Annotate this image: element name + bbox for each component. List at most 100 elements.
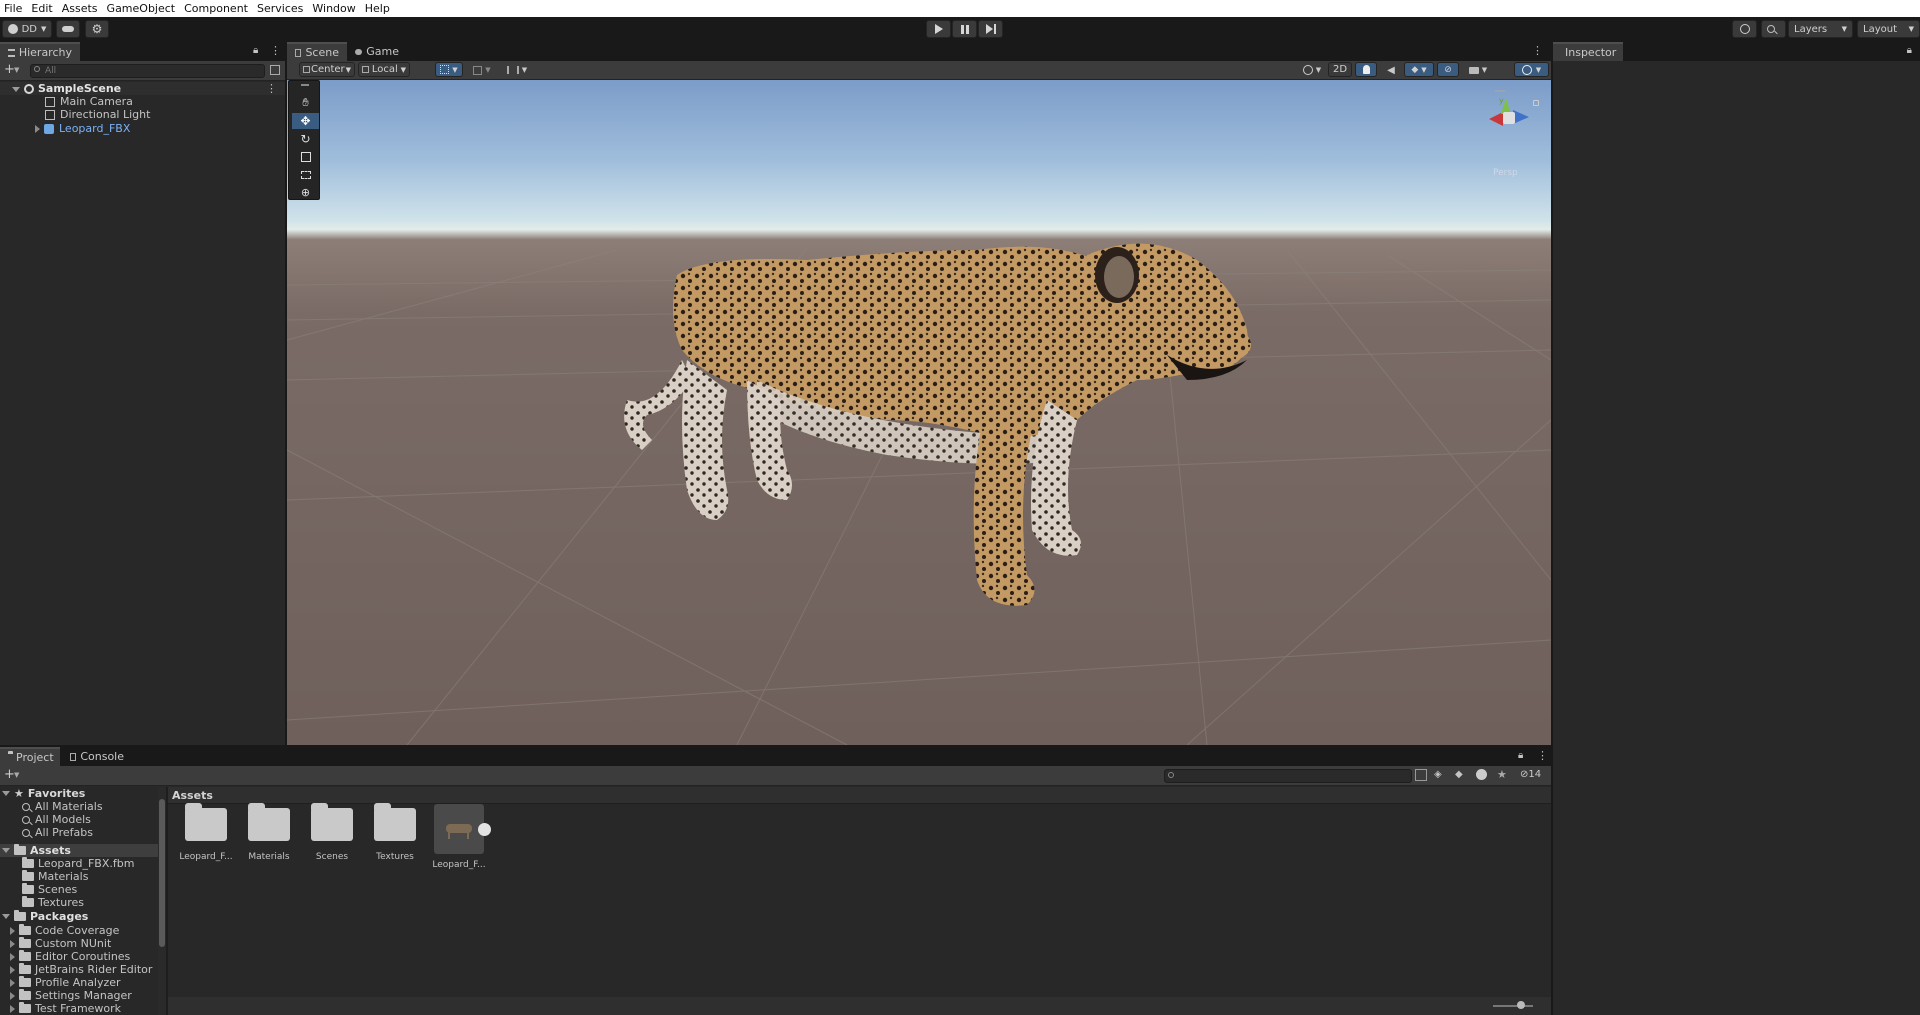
expand-arrow-icon[interactable] bbox=[10, 952, 15, 961]
package-item[interactable]: Custom NUnit bbox=[0, 937, 158, 950]
gizmo-lock-icon[interactable] bbox=[1533, 100, 1539, 106]
lock-icon[interactable]: 🔒︎ bbox=[1907, 45, 1912, 56]
drag-handle-icon[interactable] bbox=[301, 84, 309, 86]
asset-tile-model[interactable]: Leopard_F... bbox=[431, 804, 491, 870]
assets-tree-item[interactable]: Leopard_FBX.fbm bbox=[0, 857, 158, 870]
orientation-gizmo[interactable]: y Persp bbox=[1479, 90, 1549, 178]
project-search-input[interactable] bbox=[1164, 769, 1412, 783]
tree-scrollbar[interactable] bbox=[158, 787, 166, 1015]
kebab-menu-icon[interactable]: ⋮ bbox=[270, 44, 281, 57]
filter-type-icon[interactable]: ◈ bbox=[1434, 769, 1442, 780]
favorite-item[interactable]: All Models bbox=[0, 813, 158, 826]
tab-console[interactable]: Console bbox=[62, 747, 132, 766]
menu-window[interactable]: Window bbox=[308, 2, 360, 15]
expand-arrow-icon[interactable] bbox=[2, 848, 10, 853]
asset-tile-folder[interactable]: Materials bbox=[241, 803, 297, 862]
hierarchy-item-leopard-fbx[interactable]: Leopard_FBX bbox=[0, 122, 285, 135]
icon-size-slider[interactable] bbox=[1493, 1005, 1533, 1007]
favorite-item[interactable]: All Prefabs bbox=[0, 826, 158, 839]
toggle-tools-button[interactable]: ▼ bbox=[503, 63, 531, 77]
toggle-2d-button[interactable]: 2D bbox=[1328, 62, 1352, 77]
grid-snapping-button[interactable]: ▼ bbox=[435, 62, 463, 77]
expand-arrow-icon[interactable] bbox=[10, 1004, 15, 1013]
expand-arrow-icon[interactable] bbox=[2, 914, 10, 919]
account-dropdown[interactable]: DD ▼ bbox=[2, 20, 52, 38]
assets-tree-item[interactable]: Materials bbox=[0, 870, 158, 883]
kebab-menu-icon[interactable]: ⋮ bbox=[1537, 749, 1548, 762]
asset-tile-folder[interactable]: Textures bbox=[367, 803, 423, 862]
hierarchy-item-main-camera[interactable]: Main Camera bbox=[0, 95, 285, 108]
scene-viewport[interactable]: ✋︎ ✥ ↻ ⊕ y Persp bbox=[287, 80, 1551, 745]
move-tool-button[interactable]: ✥ bbox=[292, 113, 319, 129]
menu-assets[interactable]: Assets bbox=[58, 2, 103, 15]
expand-arrow-icon[interactable] bbox=[10, 926, 15, 935]
expand-arrow-icon[interactable] bbox=[35, 124, 40, 133]
lighting-toggle-button[interactable] bbox=[1355, 62, 1377, 77]
assets-tree-item[interactable]: Scenes bbox=[0, 883, 158, 896]
kebab-menu-icon[interactable]: ⋮ bbox=[1532, 44, 1543, 57]
expand-arrow-icon[interactable] bbox=[10, 939, 15, 948]
package-item[interactable]: Editor Coroutines bbox=[0, 950, 158, 963]
package-item[interactable]: Settings Manager bbox=[0, 989, 158, 1002]
splitter[interactable] bbox=[166, 787, 168, 1015]
package-item[interactable]: Test Framework bbox=[0, 1002, 158, 1015]
menu-file[interactable]: File bbox=[0, 2, 27, 15]
expand-arrow-icon[interactable] bbox=[10, 965, 15, 974]
slider-thumb[interactable] bbox=[1517, 1001, 1525, 1009]
expand-arrow-icon[interactable] bbox=[12, 87, 20, 92]
tab-scene[interactable]: Scene bbox=[287, 42, 347, 61]
hierarchy-search-input[interactable]: All bbox=[30, 64, 265, 78]
lock-icon[interactable]: 🔒︎ bbox=[1518, 750, 1523, 761]
tag-icon[interactable]: ◆ bbox=[1455, 769, 1463, 780]
transform-tool-button[interactable]: ⊕ bbox=[292, 184, 319, 200]
gizmo-x-axis-icon[interactable] bbox=[1489, 112, 1503, 126]
packages-root-row[interactable]: Packages bbox=[0, 910, 158, 923]
play-button[interactable] bbox=[926, 20, 951, 38]
scene-visibility-toggle[interactable]: ⊘ bbox=[1437, 62, 1459, 77]
hidden-packages-toggle[interactable]: ⊘14 bbox=[1520, 769, 1541, 780]
tab-project[interactable]: Project bbox=[0, 747, 60, 766]
chevron-down-icon[interactable]: ▼ bbox=[14, 771, 19, 779]
info-filter-icon[interactable] bbox=[1476, 769, 1487, 780]
menu-component[interactable]: Component bbox=[180, 2, 253, 15]
expand-arrow-icon[interactable] bbox=[2, 791, 10, 796]
scrollbar-thumb[interactable] bbox=[159, 799, 165, 947]
gizmo-projection-label[interactable]: Persp bbox=[1493, 168, 1518, 178]
pivot-rotation-dropdown[interactable]: Local ▼ bbox=[358, 62, 410, 77]
assets-tree-item[interactable]: Textures bbox=[0, 896, 158, 909]
expand-arrow-icon[interactable] bbox=[10, 978, 15, 987]
menu-help[interactable]: Help bbox=[361, 2, 395, 15]
increment-snap-button[interactable]: ▼ bbox=[470, 63, 494, 77]
asset-tile-folder[interactable]: Scenes bbox=[304, 803, 360, 862]
layers-dropdown[interactable]: Layers ▼ bbox=[1788, 20, 1853, 38]
expand-arrow-icon[interactable] bbox=[10, 991, 15, 1000]
search-scope-icon[interactable] bbox=[1415, 769, 1427, 781]
assets-root-row[interactable]: Assets bbox=[0, 844, 158, 857]
gizmo-handle-icon[interactable] bbox=[1495, 90, 1505, 92]
audio-toggle-button[interactable]: ◀ bbox=[1381, 63, 1401, 77]
kebab-menu-icon[interactable]: ⋮ bbox=[266, 82, 277, 95]
menu-gameobject[interactable]: GameObject bbox=[103, 2, 181, 15]
package-item[interactable]: Profile Analyzer bbox=[0, 976, 158, 989]
hierarchy-item-directional-light[interactable]: Directional Light bbox=[0, 108, 285, 121]
package-item[interactable]: JetBrains Rider Editor bbox=[0, 963, 158, 976]
chevron-down-icon[interactable]: ▼ bbox=[14, 66, 19, 74]
leopard-model[interactable] bbox=[287, 80, 1551, 745]
scene-camera-dropdown[interactable]: ▼ bbox=[1463, 63, 1493, 77]
pivot-mode-dropdown[interactable]: Center ▼ bbox=[299, 62, 355, 77]
lock-icon[interactable]: 🔒︎ bbox=[253, 45, 258, 56]
tab-hierarchy[interactable]: Hierarchy bbox=[0, 42, 80, 61]
history-button[interactable] bbox=[1732, 20, 1757, 38]
hand-tool-button[interactable]: ✋︎ bbox=[292, 95, 319, 111]
cloud-button[interactable] bbox=[56, 20, 80, 38]
star-icon[interactable]: ★ bbox=[1497, 768, 1507, 781]
search-button[interactable] bbox=[1761, 20, 1786, 38]
menu-edit[interactable]: Edit bbox=[27, 2, 57, 15]
favorite-item[interactable]: All Materials bbox=[0, 800, 158, 813]
step-button[interactable] bbox=[978, 20, 1003, 38]
pause-button[interactable] bbox=[952, 20, 977, 38]
effects-dropdown[interactable]: ◆ ▼ bbox=[1404, 62, 1434, 77]
menu-services[interactable]: Services bbox=[253, 2, 308, 15]
scale-tool-button[interactable] bbox=[292, 149, 319, 165]
asset-tile-folder[interactable]: Leopard_F... bbox=[178, 803, 234, 862]
